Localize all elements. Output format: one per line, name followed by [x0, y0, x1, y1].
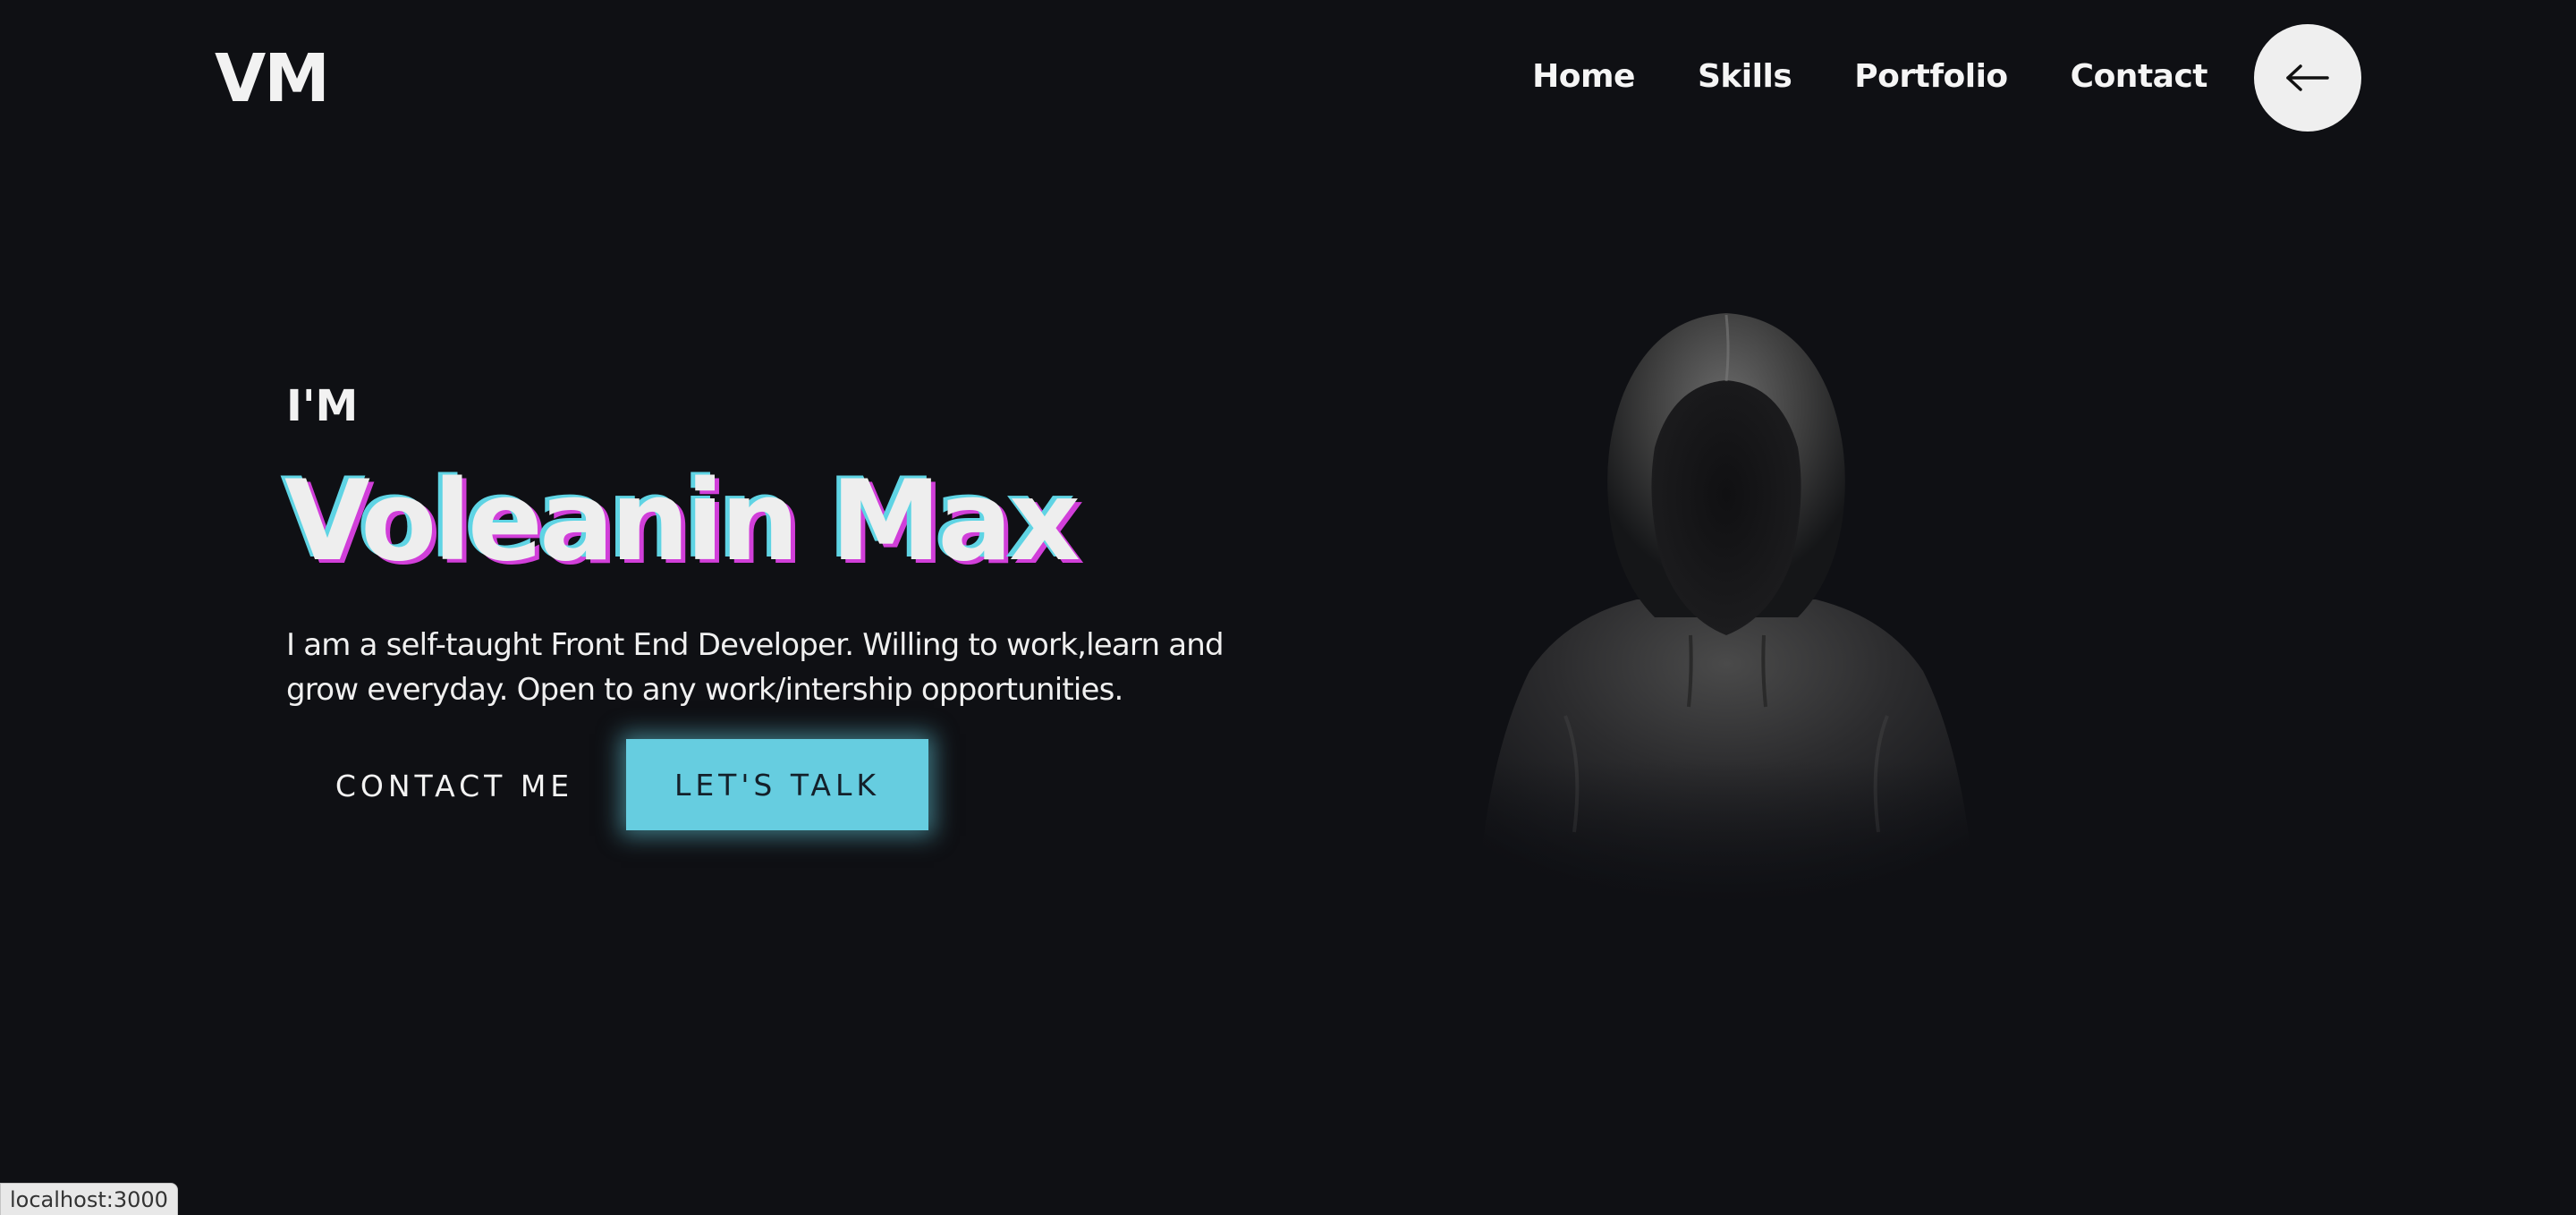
page: VM Home Skills Portfolio Contact I'M Vol… [0, 0, 2576, 1215]
nav-home-link[interactable]: Home [1532, 54, 1635, 100]
hero-name: Voleanin Max [284, 457, 1080, 586]
hero-description: I am a self-taught Front End Developer. … [286, 627, 1224, 708]
intro-text: I'M [286, 381, 359, 431]
main-nav: Home Skills Portfolio Contact [1532, 54, 2207, 100]
nav-skills-link[interactable]: Skills [1698, 54, 1792, 100]
lets-talk-button[interactable]: LET'S TALK [626, 739, 928, 830]
back-button[interactable] [2254, 24, 2361, 132]
nav-portfolio-link[interactable]: Portfolio [1854, 54, 2008, 100]
nav-contact-link[interactable]: Contact [2071, 54, 2208, 100]
hooded-figure-image [1431, 313, 2021, 939]
logo[interactable]: VM [215, 39, 330, 118]
status-bar-url: localhost:3000 [0, 1183, 178, 1215]
arrow-left-icon [2286, 64, 2329, 91]
contact-me-button[interactable]: CONTACT ME [286, 741, 623, 830]
